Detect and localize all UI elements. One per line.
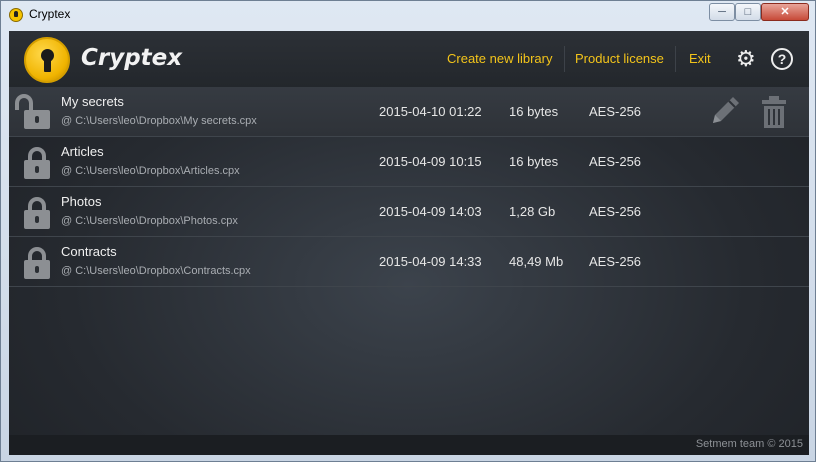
gear-icon[interactable]: ⚙ — [736, 48, 758, 70]
library-name: Contracts — [61, 244, 117, 259]
library-path: @ C:\Users\leo\Dropbox\Photos.cpx — [61, 215, 238, 227]
app-content: Cryptex Create new library Product licen… — [9, 31, 809, 455]
status-footer: Setmem team © 2015 — [9, 435, 809, 455]
library-path: @ C:\Users\leo\Dropbox\My secrets.cpx — [61, 115, 257, 127]
create-library-link[interactable]: Create new library — [447, 51, 553, 66]
nav-divider — [564, 46, 565, 72]
library-name: Articles — [61, 144, 104, 159]
minimize-button[interactable]: ─ — [709, 3, 735, 21]
library-row[interactable]: Photos @ C:\Users\leo\Dropbox\Photos.cpx… — [9, 187, 809, 237]
library-size: 16 bytes — [509, 154, 559, 169]
library-path: @ C:\Users\leo\Dropbox\Articles.cpx — [61, 165, 240, 177]
library-name: My secrets — [61, 94, 124, 109]
library-size: 48,49 Mb — [509, 254, 564, 269]
window-title: Cryptex — [29, 7, 71, 21]
app-window: Cryptex ─ □ ✕ Cryptex Create new library… — [0, 0, 816, 462]
brand-title: Cryptex — [81, 45, 183, 71]
locked-padlock-icon[interactable] — [24, 197, 50, 229]
library-size: 1,28 Gb — [509, 204, 556, 219]
nav-divider — [675, 46, 676, 72]
title-bar: Cryptex ─ □ ✕ — [1, 1, 815, 29]
library-date: 2015-04-10 01:22 — [379, 104, 482, 119]
pencil-edit-icon[interactable] — [707, 95, 743, 129]
library-size: 16 bytes — [509, 104, 559, 119]
exit-link[interactable]: Exit — [689, 51, 711, 66]
library-cipher: AES-256 — [589, 154, 642, 169]
product-license-link[interactable]: Product license — [575, 51, 664, 66]
library-date: 2015-04-09 14:33 — [379, 254, 482, 269]
library-cipher: AES-256 — [589, 254, 642, 269]
library-cipher: AES-256 — [589, 204, 642, 219]
app-keyhole-icon — [9, 8, 23, 22]
copyright-text: Setmem team © 2015 — [695, 438, 803, 450]
locked-padlock-icon[interactable] — [24, 147, 50, 179]
unlocked-padlock-icon[interactable] — [15, 94, 50, 129]
library-cipher: AES-256 — [589, 104, 642, 119]
maximize-button[interactable]: □ — [735, 3, 761, 21]
library-row[interactable]: Contracts @ C:\Users\leo\Dropbox\Contrac… — [9, 237, 809, 287]
trash-icon[interactable] — [761, 95, 787, 129]
close-button[interactable]: ✕ — [761, 3, 809, 21]
locked-padlock-icon[interactable] — [24, 247, 50, 279]
library-date: 2015-04-09 14:03 — [379, 204, 482, 219]
help-icon[interactable]: ? — [771, 48, 793, 70]
logo-keyhole-icon — [24, 37, 70, 83]
library-row[interactable]: My secrets @ C:\Users\leo\Dropbox\My sec… — [9, 87, 809, 137]
header: Cryptex Create new library Product licen… — [9, 31, 809, 87]
library-date: 2015-04-09 10:15 — [379, 154, 482, 169]
library-name: Photos — [61, 194, 102, 209]
library-path: @ C:\Users\leo\Dropbox\Contracts.cpx — [61, 265, 251, 277]
library-row[interactable]: Articles @ C:\Users\leo\Dropbox\Articles… — [9, 137, 809, 187]
